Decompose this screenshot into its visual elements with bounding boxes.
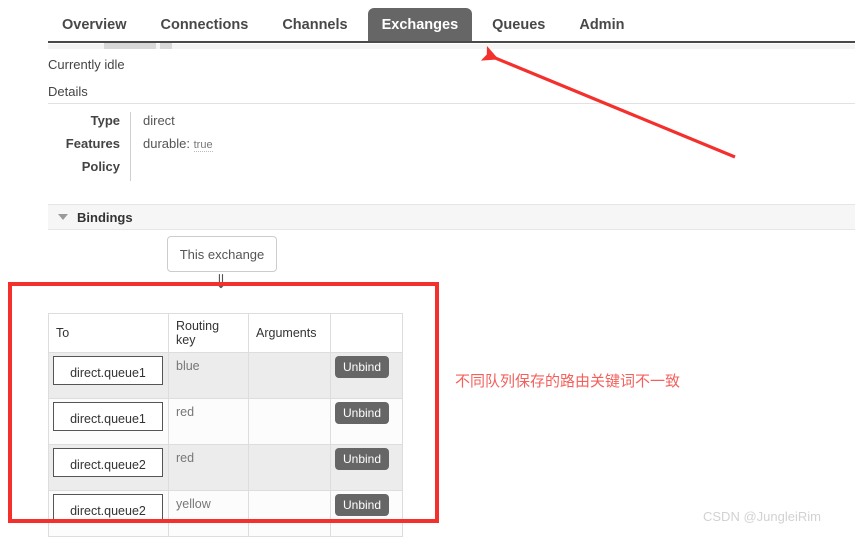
table-row: direct.queue1 red Unbind (48, 398, 403, 445)
horizontal-scrollbar-thumb-secondary[interactable] (160, 43, 172, 49)
annotation-note-text: 不同队列保存的路由关键词不一致 (455, 372, 681, 390)
bindings-table-body: direct.queue1 blue Unbind direct.queue1 … (48, 352, 403, 537)
binding-to-cell: direct.queue2 (48, 444, 169, 491)
binding-action-cell: Unbind (330, 490, 403, 537)
tab-overview[interactable]: Overview (48, 8, 141, 42)
binding-arguments-cell (248, 490, 331, 537)
horizontal-scrollbar-thumb[interactable] (104, 43, 156, 49)
nav-tab-strip: Overview Connections Channels Exchanges … (48, 7, 644, 42)
details-label-features: Features (65, 136, 120, 151)
bindings-section-header[interactable]: Bindings (48, 204, 855, 230)
details-row-type: Type direct (48, 112, 323, 135)
bindings-table: To Routing key Arguments direct.queue1 b… (48, 313, 403, 537)
unbind-button[interactable]: Unbind (335, 494, 390, 516)
binding-arguments-cell (248, 398, 331, 445)
binding-to-cell: direct.queue1 (48, 352, 169, 399)
details-label-type: Type (90, 113, 120, 128)
details-label-policy: Policy (81, 159, 120, 174)
binding-to-cell: direct.queue1 (48, 398, 169, 445)
annotation-arrow-icon (480, 45, 736, 159)
details-divider (48, 103, 855, 104)
chevron-down-icon (58, 214, 68, 220)
tab-queues[interactable]: Queues (478, 8, 559, 42)
unbind-button[interactable]: Unbind (335, 402, 390, 424)
this-exchange-node: This exchange (167, 236, 277, 272)
details-row-features: Features durable: true (48, 135, 323, 158)
details-heading: Details (48, 84, 88, 99)
bindings-table-head: To Routing key Arguments (48, 313, 403, 353)
details-value-type: direct (130, 112, 323, 135)
table-row: direct.queue2 red Unbind (48, 444, 403, 491)
queue-link[interactable]: direct.queue2 (53, 494, 163, 523)
details-value-policy (130, 158, 323, 181)
feature-durable-value: true (193, 139, 213, 152)
bindings-header-row: To Routing key Arguments (48, 313, 403, 353)
binding-action-cell: Unbind (330, 352, 403, 399)
flow-down-arrow-icon: ⇓ (213, 272, 229, 293)
binding-action-cell: Unbind (330, 398, 403, 445)
binding-action-cell: Unbind (330, 444, 403, 491)
unbind-button[interactable]: Unbind (335, 356, 390, 378)
watermark-text: CSDN @JungleiRim (703, 509, 821, 524)
table-row: direct.queue1 blue Unbind (48, 352, 403, 399)
binding-arguments-cell (248, 352, 331, 399)
table-row: direct.queue2 yellow Unbind (48, 490, 403, 537)
binding-arguments-cell (248, 444, 331, 491)
tab-admin[interactable]: Admin (565, 8, 638, 42)
column-header-to[interactable]: To (48, 313, 169, 353)
binding-to-cell: direct.queue2 (48, 490, 169, 537)
tab-connections[interactable]: Connections (147, 8, 263, 42)
details-row-policy: Policy (48, 158, 323, 181)
details-value-features: durable: true (130, 135, 323, 158)
tab-exchanges[interactable]: Exchanges (367, 8, 473, 42)
tab-channels[interactable]: Channels (268, 8, 361, 42)
column-header-actions (330, 313, 403, 353)
queue-link[interactable]: direct.queue2 (53, 448, 163, 477)
binding-routing-key-cell: yellow (168, 490, 249, 537)
feature-durable-key: durable: (143, 136, 190, 151)
binding-routing-key-cell: red (168, 398, 249, 445)
unbind-button[interactable]: Unbind (335, 448, 390, 470)
queue-link[interactable]: direct.queue1 (53, 402, 163, 431)
column-header-arguments[interactable]: Arguments (248, 313, 331, 353)
exchange-status-text: Currently idle (48, 57, 125, 72)
nav-tab-bar: Overview Connections Channels Exchanges … (0, 0, 855, 42)
bindings-section-title: Bindings (77, 209, 133, 225)
column-header-routing-key[interactable]: Routing key (168, 313, 249, 353)
binding-routing-key-cell: blue (168, 352, 249, 399)
details-table: Type direct Features durable: true Polic… (48, 112, 323, 181)
binding-routing-key-cell: red (168, 444, 249, 491)
queue-link[interactable]: direct.queue1 (53, 356, 163, 385)
